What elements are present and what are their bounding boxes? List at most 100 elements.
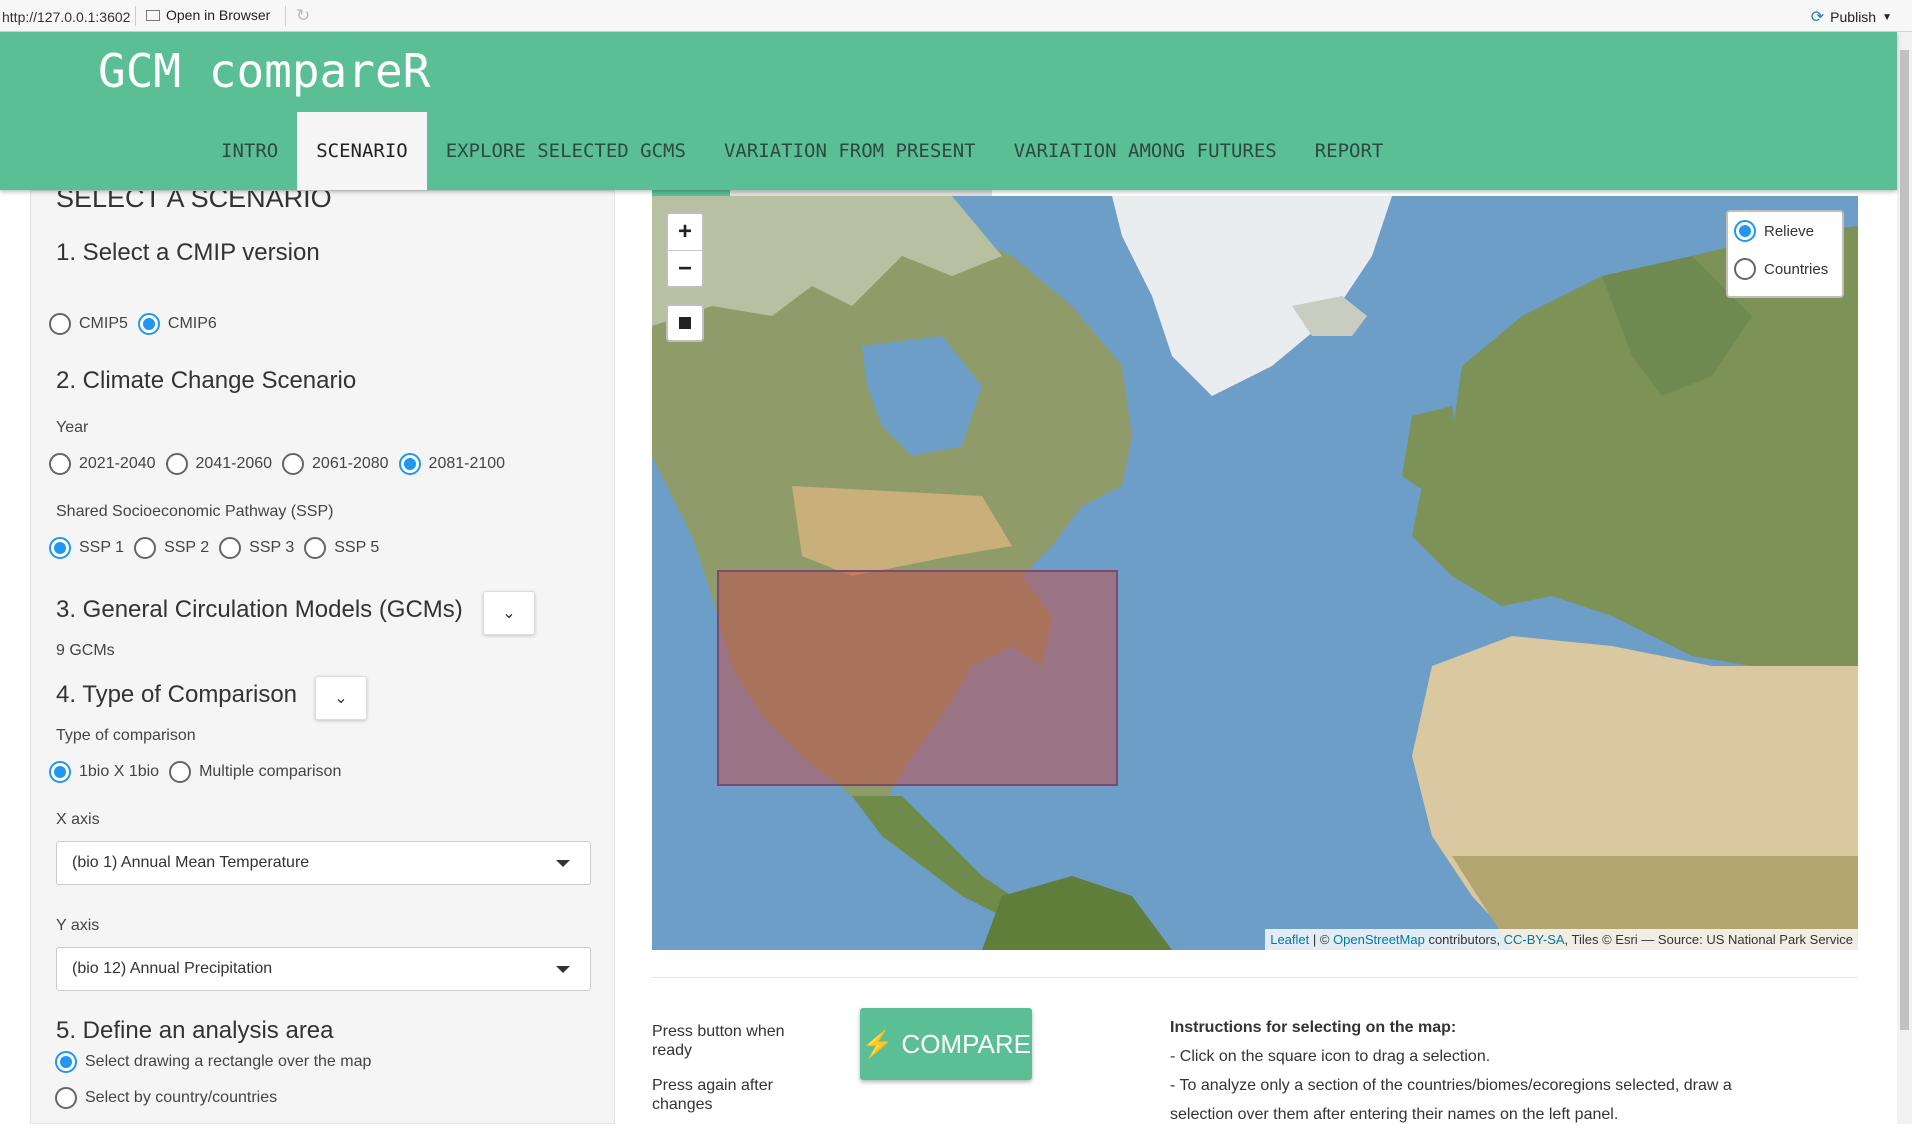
radio-icon: [165, 453, 188, 475]
radio-icon: [134, 537, 157, 559]
divider: [652, 977, 1858, 978]
open-in-browser-label: Open in Browser: [166, 7, 271, 23]
radio-1bio-x-1bio[interactable]: 1bio X 1bio: [49, 761, 159, 783]
radio-label: 1bio X 1bio: [79, 763, 160, 780]
section-comparison-title: 4. Type of Comparison: [56, 681, 298, 708]
radio-selected-icon: [398, 453, 421, 475]
x-axis-label: X axis: [56, 811, 100, 828]
year-radio-group: 2021-2040 2041-2060 2061-2080 2081-2100: [49, 453, 515, 475]
page-scrollbar[interactable]: [1897, 32, 1912, 1124]
instructions-title: Instructions for selecting on the map:: [1170, 1019, 1457, 1036]
radio-label: 2061-2080: [312, 455, 389, 472]
radio-label: CMIP6: [167, 315, 217, 332]
radio-ssp5[interactable]: SSP 5: [304, 537, 379, 559]
url-text[interactable]: http://127.0.0.1:3602: [2, 9, 130, 25]
attribution-tiles: , Tiles © Esri — Source: US National Par…: [1564, 932, 1853, 947]
y-axis-label: Y axis: [56, 917, 100, 934]
leaflet-link[interactable]: Leaflet: [1270, 932, 1309, 947]
radio-label: Multiple comparison: [199, 763, 342, 780]
area-option-rectangle[interactable]: Select drawing a rectangle over the map: [55, 1051, 371, 1073]
radio-icon: [304, 537, 327, 559]
radio-label: SSP 3: [249, 539, 295, 556]
tab-report[interactable]: REPORT: [1296, 112, 1403, 190]
layer-countries[interactable]: Countries: [1734, 258, 1828, 280]
scrollbar-thumb[interactable]: [1900, 50, 1909, 1030]
radio-selected-icon: [49, 761, 71, 783]
radio-icon: [282, 453, 305, 475]
app-title: GCM compareR: [98, 44, 431, 98]
layer-label: Relieve: [1764, 222, 1815, 240]
y-axis-select[interactable]: (bio 12) Annual Precipitation: [56, 947, 591, 991]
square-icon: [679, 317, 691, 329]
zoom-out-button[interactable]: −: [668, 250, 702, 286]
map-instructions: Instructions for selecting on the map: -…: [1170, 1013, 1732, 1129]
draw-rectangle-button[interactable]: [666, 304, 704, 342]
radio-ssp1[interactable]: SSP 1: [49, 537, 124, 559]
layer-relieve[interactable]: Relieve: [1734, 220, 1814, 242]
radio-label: 2081-2100: [428, 455, 506, 472]
chevron-down-icon: ⌄: [334, 690, 348, 707]
radio-cmip6[interactable]: CMIP6: [137, 313, 217, 335]
tab-scenario[interactable]: SCENARIO: [297, 112, 427, 190]
year-label: Year: [56, 419, 89, 436]
radio-icon: [49, 453, 71, 475]
ssp-radio-group: SSP 1 SSP 2 SSP 3 SSP 5: [49, 537, 389, 559]
radio-year-2061-2080[interactable]: 2061-2080: [282, 453, 389, 475]
publish-button[interactable]: ⟳ Publish ▼: [1811, 7, 1892, 27]
publish-label: Publish: [1830, 9, 1877, 25]
radio-label: SSP 2: [164, 539, 210, 556]
window-icon: [146, 9, 160, 21]
app-header: GCM compareR INTRO SCENARIO EXPLORE SELE…: [0, 32, 1897, 190]
layer-control: Relieve Countries: [1726, 210, 1844, 298]
radio-label: Select by country/countries: [85, 1089, 278, 1106]
license-link[interactable]: CC-BY-SA: [1504, 932, 1565, 947]
selection-rectangle[interactable]: [717, 570, 1118, 786]
zoom-control: + −: [666, 212, 704, 288]
gcm-count: 9 GCMs: [56, 642, 115, 659]
radio-selected-icon: [137, 313, 160, 335]
radio-multiple-comparison[interactable]: Multiple comparison: [169, 761, 341, 783]
tab-bar: INTRO SCENARIO EXPLORE SELECTED GCMS VAR…: [202, 112, 1402, 190]
ssp-label: Shared Socioeconomic Pathway (SSP): [56, 503, 334, 520]
radio-label: SSP 1: [79, 539, 125, 556]
browser-toolbar: http://127.0.0.1:3602 Open in Browser ↻ …: [0, 0, 1912, 32]
radio-ssp3[interactable]: SSP 3: [219, 537, 294, 559]
divider: [135, 6, 136, 26]
tab-explore-selected-gcms[interactable]: EXPLORE SELECTED GCMS: [427, 112, 705, 190]
radio-year-2041-2060[interactable]: 2041-2060: [165, 453, 272, 475]
refresh-icon[interactable]: ↻: [296, 6, 310, 26]
cmip-radio-group: CMIP5 CMIP6: [49, 313, 227, 335]
attribution-separator: | ©: [1309, 932, 1334, 947]
radio-year-2021-2040[interactable]: 2021-2040: [49, 453, 156, 475]
radio-icon: [219, 537, 242, 559]
bolt-icon: ⚡: [861, 1028, 894, 1059]
caret-down-icon: [556, 966, 570, 973]
area-option-country[interactable]: Select by country/countries: [55, 1087, 277, 1109]
radio-icon: [49, 313, 71, 335]
radio-selected-icon: [49, 537, 71, 559]
section-area-title: 5. Define an analysis area: [56, 1017, 334, 1044]
compare-button[interactable]: ⚡ COMPARE: [860, 1008, 1032, 1080]
caret-down-icon: [556, 860, 570, 867]
radio-icon: [169, 761, 192, 783]
open-in-browser-button[interactable]: Open in Browser: [146, 7, 270, 23]
section-scenario-title: 2. Climate Change Scenario: [56, 367, 357, 394]
radio-cmip5[interactable]: CMIP5: [49, 313, 128, 335]
chevron-down-icon: ⌄: [502, 605, 516, 622]
comparison-dropdown-button[interactable]: ⌄: [315, 676, 367, 720]
radio-year-2081-2100[interactable]: 2081-2100: [398, 453, 506, 475]
map[interactable]: + − Relieve Countries Leaflet | © OpenSt…: [652, 196, 1858, 950]
tab-variation-from-present[interactable]: VARIATION FROM PRESENT: [705, 112, 995, 190]
map-attribution: Leaflet | © OpenStreetMap contributors, …: [1265, 929, 1858, 950]
gcms-dropdown-button[interactable]: ⌄: [483, 591, 535, 635]
osm-link[interactable]: OpenStreetMap: [1333, 932, 1425, 947]
radio-label: 2021-2040: [79, 455, 156, 472]
tab-variation-among-futures[interactable]: VARIATION AMONG FUTURES: [995, 112, 1296, 190]
radio-label: CMIP5: [79, 315, 128, 332]
x-axis-select[interactable]: (bio 1) Annual Mean Temperature: [56, 841, 591, 885]
zoom-in-button[interactable]: +: [668, 214, 702, 250]
radio-ssp2[interactable]: SSP 2: [134, 537, 209, 559]
section-cmip-title: 1. Select a CMIP version: [56, 239, 320, 266]
tab-intro[interactable]: INTRO: [202, 112, 297, 190]
attribution-contributors: contributors,: [1424, 932, 1504, 947]
